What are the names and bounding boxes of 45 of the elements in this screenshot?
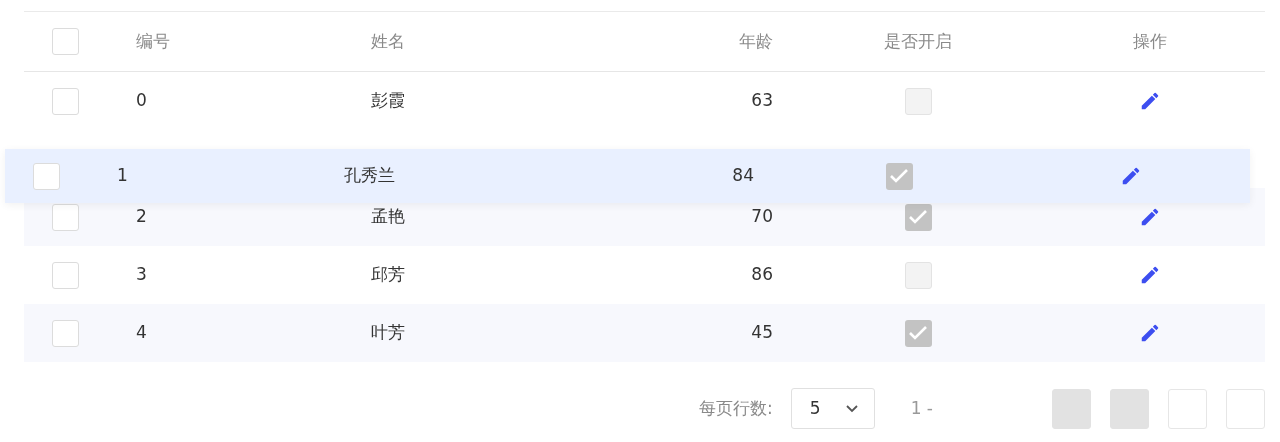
pagination-button[interactable] <box>1226 388 1265 429</box>
actions-column-header: 操作 <box>1133 29 1167 53</box>
name-cell-text: 叶芳 <box>371 321 405 345</box>
select-all-checkbox[interactable] <box>51 28 79 55</box>
name-cell-text: 孔秀兰 <box>343 164 395 188</box>
row-checkbox[interactable] <box>51 87 79 115</box>
age-cell-text: 84 <box>732 164 755 188</box>
pagination-button[interactable] <box>1168 388 1207 429</box>
checkmark-icon <box>908 209 928 225</box>
age-cell-text: 70 <box>751 205 774 229</box>
id-cell-text: 2 <box>135 205 148 229</box>
edit-icon[interactable] <box>1139 206 1161 228</box>
age-cell-text: 86 <box>751 263 774 287</box>
age-cell-text: 45 <box>751 321 774 345</box>
enabled-checkbox[interactable] <box>904 319 932 347</box>
page-range-text: 1 - <box>910 396 933 420</box>
edit-icon[interactable] <box>1139 264 1161 286</box>
age-cell-text: 63 <box>751 89 774 113</box>
chevron-down-icon <box>845 404 858 413</box>
id-cell-text: 4 <box>135 321 148 345</box>
edit-icon[interactable] <box>1120 165 1142 187</box>
row-checkbox[interactable] <box>32 162 60 190</box>
id-cell-text: 0 <box>135 89 148 113</box>
id-cell-text: 3 <box>135 263 148 287</box>
edit-icon[interactable] <box>1139 90 1161 112</box>
rows-per-page-select[interactable]: 5 <box>790 388 875 429</box>
enabled-checkbox[interactable] <box>904 87 932 115</box>
row-checkbox[interactable] <box>51 319 79 347</box>
name-cell-text: 孟艳 <box>371 205 405 229</box>
name-cell-text: 邱芳 <box>371 263 405 287</box>
checkmark-icon <box>889 168 909 184</box>
row-checkbox[interactable] <box>51 261 79 289</box>
row-checkbox[interactable] <box>51 203 79 231</box>
id-cell-text: 1 <box>116 164 129 188</box>
enabled-column-header: 是否开启 <box>884 29 952 53</box>
enabled-checkbox[interactable] <box>904 261 932 289</box>
enabled-checkbox[interactable] <box>885 162 913 190</box>
rows-per-page-label: 每页行数: <box>698 396 773 420</box>
name-cell-text: 彭霞 <box>371 89 405 113</box>
id-column-header: 编号 <box>135 29 171 53</box>
name-column-header: 姓名 <box>371 29 405 53</box>
age-column-header: 年龄 <box>739 29 774 53</box>
edit-icon[interactable] <box>1139 322 1161 344</box>
enabled-checkbox[interactable] <box>904 203 932 231</box>
checkmark-icon <box>908 325 928 341</box>
